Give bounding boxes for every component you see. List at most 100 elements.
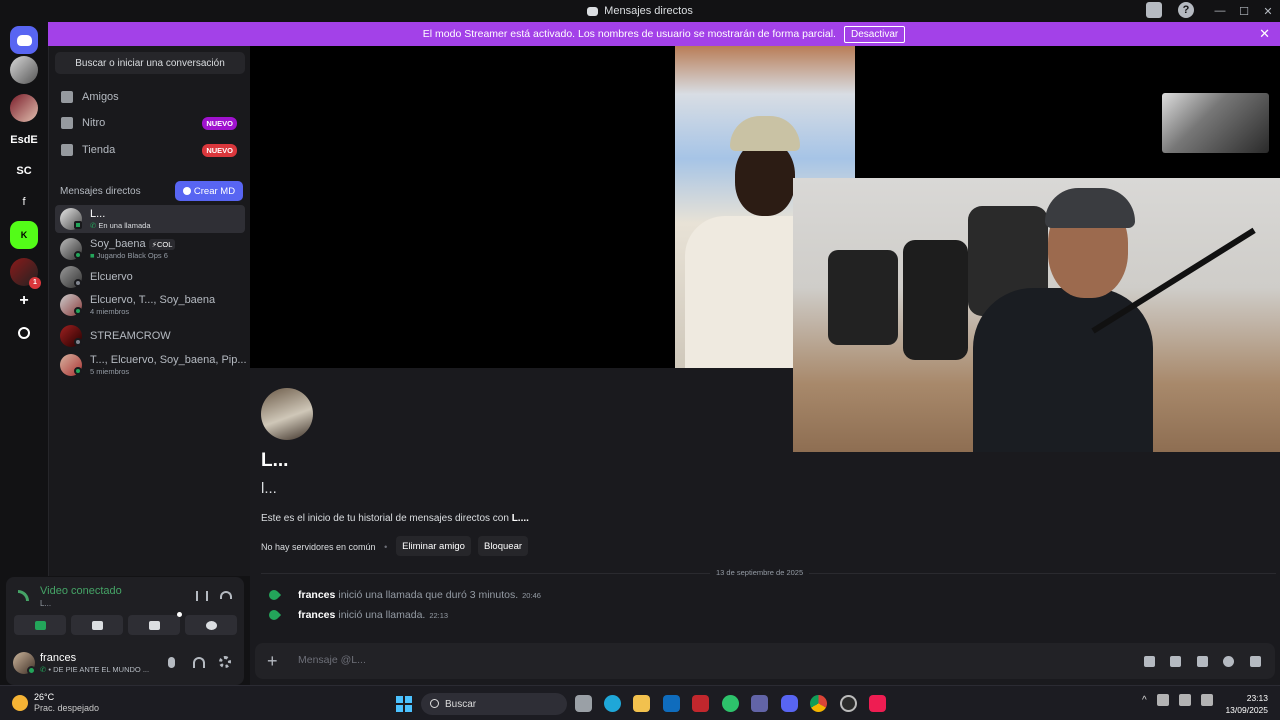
block-button[interactable]: Bloquear	[478, 536, 528, 556]
teams-icon[interactable]	[751, 695, 768, 712]
online-status-icon	[74, 251, 82, 259]
server-avatar-3[interactable]: 1	[10, 258, 41, 289]
system-tray: ^	[1142, 694, 1213, 706]
nav-friends[interactable]: Amigos	[55, 85, 245, 109]
volume-icon[interactable]	[1200, 694, 1213, 706]
camera-button[interactable]	[14, 615, 66, 635]
gift-icon[interactable]	[1144, 656, 1155, 667]
microphone-icon[interactable]	[168, 657, 175, 668]
online-status-icon	[74, 307, 82, 315]
nitro-icon	[61, 117, 73, 129]
soundboard-button[interactable]	[185, 615, 237, 635]
taskbar-search[interactable]: Buscar	[421, 693, 567, 715]
add-server-icon[interactable]: +	[10, 287, 38, 315]
title-bar: Mensajes directos ? — ☐ ✕	[0, 0, 1280, 22]
dm-item[interactable]: Elcuervo, T..., Soy_baena 4 miembros	[55, 291, 245, 319]
nav-nitro[interactable]: Nitro NUEVO	[55, 111, 245, 135]
user-name[interactable]: frances	[40, 652, 76, 664]
server-f[interactable]: f	[10, 188, 38, 216]
offline-status-icon	[74, 279, 82, 287]
user-online-icon	[27, 666, 36, 675]
inbox-icon[interactable]	[1146, 2, 1162, 18]
online-status-icon	[74, 367, 82, 375]
voice-status[interactable]: Video conectado	[40, 585, 122, 597]
maximize-button[interactable]: ☐	[1232, 5, 1256, 18]
window-title: Mensajes directos	[587, 5, 693, 17]
edge-icon[interactable]	[604, 695, 621, 712]
dm-header: Mensajes directos	[60, 186, 141, 197]
server-esde[interactable]: EsdE	[10, 126, 38, 154]
sticker-icon[interactable]	[1197, 656, 1208, 667]
disconnect-icon[interactable]	[220, 591, 232, 599]
tray-microphone-icon[interactable]	[1156, 694, 1169, 706]
discord-title-icon	[587, 6, 599, 16]
dm-item[interactable]: Soy_baena ⚡COL ■ Jugando Black Ops 6	[55, 235, 245, 263]
dm-intro-text: Este es el inicio de tu historial de men…	[261, 513, 529, 524]
windows-start-icon[interactable]	[396, 696, 412, 712]
apps-gamepad-icon[interactable]	[1250, 656, 1261, 667]
tray-chevron-icon[interactable]: ^	[1142, 695, 1147, 706]
outlook-icon[interactable]	[663, 695, 680, 712]
server-avatar-2[interactable]	[10, 94, 38, 122]
chrome-icon[interactable]	[810, 695, 827, 712]
discord-home-icon[interactable]	[10, 26, 38, 54]
profile-avatar[interactable]	[261, 388, 313, 440]
activity-button[interactable]	[128, 612, 182, 635]
search-conversation-button[interactable]: Buscar o iniciar una conversación	[55, 52, 245, 74]
voice-channel[interactable]: L...	[40, 599, 51, 608]
gif-icon[interactable]	[1170, 656, 1181, 667]
signal-icon	[18, 590, 29, 601]
obs-icon[interactable]	[840, 695, 857, 712]
voice-user-panel: Video conectado L... frances ✆ • DE PIE …	[6, 577, 244, 685]
mutual-servers-text: No hay servidores en común •	[261, 542, 388, 552]
dm-item[interactable]: Elcuervo	[55, 263, 245, 291]
weather-widget[interactable]: 26°C Prac. despejado	[12, 692, 99, 714]
soundboard-icon	[205, 620, 217, 630]
participant-video-2[interactable]	[793, 178, 1280, 452]
network-icon[interactable]	[1178, 694, 1191, 706]
dm-item[interactable]: STREAMCROW	[55, 322, 245, 350]
dm-item[interactable]: T..., Elcuervo, Soy_baena, Pip... 5 miem…	[55, 351, 247, 379]
dm-sidebar: Buscar o iniciar una conversación Amigos…	[48, 46, 250, 576]
file-explorer-icon[interactable]	[633, 695, 650, 712]
gamepad-icon	[148, 620, 160, 630]
attach-plus-icon[interactable]: +	[267, 651, 278, 672]
emoji-icon[interactable]	[1223, 656, 1234, 667]
new-badge: NUEVO	[202, 116, 237, 130]
game-icon: ■	[90, 251, 97, 260]
nav-store[interactable]: Tienda NUEVO	[55, 138, 245, 162]
server-avatar-1[interactable]	[10, 56, 38, 84]
tiktok-icon[interactable]	[869, 695, 886, 712]
clock[interactable]: 23:13 13/09/2025	[1225, 692, 1268, 716]
windows-taskbar: 26°C Prac. despejado Buscar ^ 23:13 13/09…	[0, 685, 1280, 720]
screen-share-button[interactable]	[71, 615, 123, 635]
headphones-icon[interactable]	[193, 657, 205, 668]
friends-icon	[61, 91, 73, 103]
explore-icon[interactable]	[10, 319, 38, 347]
settings-gear-icon[interactable]	[219, 656, 231, 668]
xbox-icon[interactable]	[722, 695, 739, 712]
server-sc[interactable]: SC	[10, 157, 38, 185]
close-banner-icon[interactable]: ✕	[1259, 26, 1270, 42]
minimize-button[interactable]: —	[1208, 5, 1232, 17]
gaming-chair-1	[828, 250, 898, 345]
banner-text: El modo Streamer está activado. Los nomb…	[422, 28, 836, 40]
remove-friend-button[interactable]: Eliminar amigo	[396, 536, 471, 556]
message-input[interactable]: Mensaje @L...	[298, 654, 366, 666]
dm-item[interactable]: L... ✆ En una llamada	[55, 205, 245, 233]
search-icon	[430, 699, 439, 708]
chat-main: L... l... Este es el inicio de tu histor…	[250, 46, 1280, 685]
noise-suppression-icon[interactable]	[196, 591, 208, 601]
discord-taskbar-icon[interactable]	[781, 695, 798, 712]
call-icon	[266, 587, 282, 603]
deactivate-button[interactable]: Desactivar	[843, 25, 906, 43]
server-kick[interactable]: K	[10, 221, 38, 249]
close-window-button[interactable]: ✕	[1256, 5, 1280, 18]
calendar-app-icon[interactable]	[692, 695, 709, 712]
participant-cap	[730, 116, 800, 151]
help-icon[interactable]: ?	[1178, 2, 1194, 18]
task-view-icon[interactable]	[575, 695, 592, 712]
self-video-thumbnail[interactable]	[1162, 93, 1269, 153]
streamer-cap	[1045, 188, 1135, 228]
create-dm-button[interactable]: Crear MD	[175, 181, 243, 201]
